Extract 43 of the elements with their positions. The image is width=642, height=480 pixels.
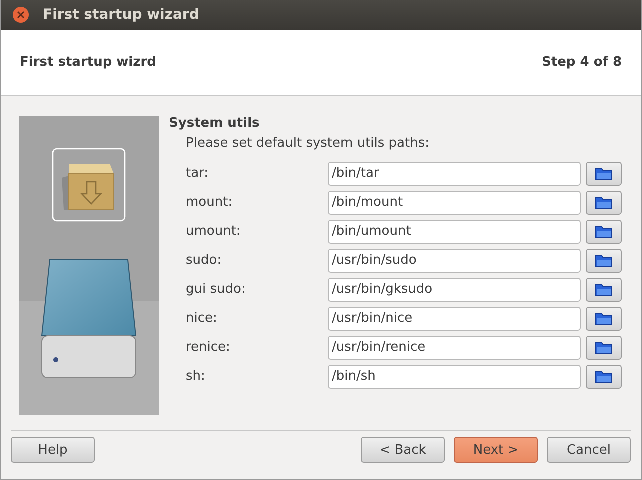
field-label: mount: xyxy=(185,195,234,210)
close-icon[interactable] xyxy=(13,7,29,23)
section-title: System utils xyxy=(169,116,261,133)
browse-button[interactable] xyxy=(586,248,622,272)
dialog-button[interactable]: Cancel xyxy=(547,437,631,463)
wizard-title: First startup wizrd xyxy=(20,55,156,70)
path-field[interactable]: /bin/sh xyxy=(328,364,581,388)
field-label: sh: xyxy=(185,369,206,384)
browse-button[interactable] xyxy=(586,336,622,360)
path-field[interactable]: /bin/mount xyxy=(328,190,581,214)
path-field[interactable]: /usr/bin/gksudo xyxy=(328,278,581,302)
window-title: First startup wizard xyxy=(43,7,200,23)
field-label: renice: xyxy=(185,340,232,355)
browse-button[interactable] xyxy=(586,190,622,214)
folder-icon xyxy=(595,196,613,210)
folder-icon xyxy=(595,340,613,354)
folder-icon xyxy=(595,312,613,326)
field-label: sudo: xyxy=(185,253,223,268)
section-hint: Please set default system utils paths: xyxy=(185,136,430,153)
browse-button[interactable] xyxy=(586,278,622,302)
dialog-button[interactable]: < Back xyxy=(361,437,445,463)
browse-button[interactable] xyxy=(586,306,622,330)
folder-icon xyxy=(595,166,613,180)
help-button[interactable]: Help xyxy=(11,437,95,463)
path-field[interactable]: /bin/umount xyxy=(328,220,581,244)
package-icon xyxy=(52,148,126,222)
browse-button[interactable] xyxy=(586,364,622,388)
folder-icon xyxy=(595,282,613,296)
field-label: nice: xyxy=(185,311,218,326)
browse-button[interactable] xyxy=(586,220,622,244)
field-label: gui sudo: xyxy=(185,282,247,297)
browse-button[interactable] xyxy=(586,162,622,186)
path-field[interactable]: /usr/bin/sudo xyxy=(328,248,581,272)
path-field[interactable]: /bin/tar xyxy=(328,162,581,186)
field-label: umount: xyxy=(185,224,242,239)
folder-icon xyxy=(595,224,613,238)
folder-icon xyxy=(595,254,613,268)
path-field[interactable]: /usr/bin/nice xyxy=(328,306,581,330)
step-indicator: Step 4 of 8 xyxy=(542,55,622,70)
path-field[interactable]: /usr/bin/renice xyxy=(328,336,581,360)
field-label: tar: xyxy=(185,166,210,181)
dialog-button[interactable]: Next > xyxy=(454,437,538,463)
folder-icon xyxy=(595,370,613,384)
